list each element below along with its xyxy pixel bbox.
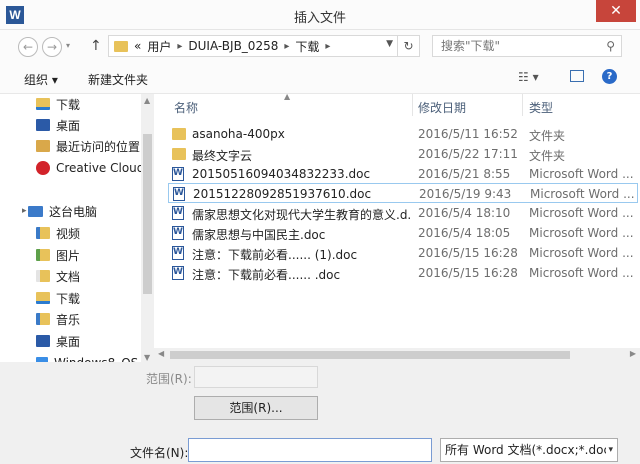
scroll-down-icon[interactable]: ▼ — [144, 353, 150, 362]
close-button[interactable]: ✕ — [596, 0, 636, 22]
nav-item-recent-places[interactable]: 最近访问的位置 — [36, 136, 140, 156]
word-document-icon: W — [173, 187, 185, 201]
scroll-right-icon[interactable]: ▶ — [630, 349, 636, 358]
nav-pane-scrollbar[interactable]: ▲ ▼ — [141, 94, 154, 364]
help-icon[interactable]: ? — [602, 69, 617, 84]
file-type-select[interactable]: 所有 Word 文档(*.docx;*.doc ▾ — [440, 438, 618, 462]
desktop-folder-icon — [36, 335, 50, 347]
nav-item-this-pc[interactable]: 这台电脑 — [28, 201, 97, 221]
search-icon[interactable]: ⚲ — [606, 36, 615, 56]
change-view-button[interactable]: ☷ ▾ — [518, 70, 539, 84]
file-type-value: 所有 Word 文档(*.docx;*.doc — [445, 443, 611, 457]
search-input[interactable]: 搜索"下载" ⚲ — [432, 35, 622, 57]
creative-cloud-icon — [36, 161, 50, 175]
up-button[interactable]: ↑ — [90, 38, 102, 54]
download-folder-icon — [36, 292, 50, 304]
breadcrumb-separator-icon[interactable]: ▸ — [325, 41, 330, 52]
address-bar[interactable]: « 用户 ▸ DUIA-BJB_0258 ▸ 下载 ▸ ▼ — [108, 35, 398, 57]
folder-icon — [114, 40, 128, 52]
breadcrumb-user[interactable]: DUIA-BJB_0258 — [188, 39, 278, 53]
nav-item-desktop-pc[interactable]: 桌面 — [36, 331, 80, 351]
list-item[interactable]: W 儒家思想与中国民主.doc 2016/5/4 18:05 Microsoft… — [168, 223, 638, 243]
window-title: 插入文件 — [293, 11, 346, 26]
column-header-name[interactable]: 名称 — [174, 94, 198, 116]
nav-item-desktop[interactable]: 桌面 — [36, 115, 80, 135]
back-button[interactable]: ← — [18, 37, 38, 57]
organize-menu[interactable]: 组织 ▾ — [24, 71, 58, 88]
word-document-icon: W — [172, 206, 184, 220]
preview-pane-icon[interactable] — [570, 70, 584, 82]
scroll-left-icon[interactable]: ◀ — [158, 349, 164, 358]
breadcrumb-users[interactable]: 用户 — [147, 38, 171, 55]
expand-chevron-icon[interactable]: ▸ — [22, 206, 27, 216]
scrollbar-thumb[interactable] — [170, 351, 570, 359]
music-folder-icon — [36, 313, 50, 325]
desktop-icon — [36, 119, 50, 131]
list-item[interactable]: 最终文字云 2016/5/22 17:11 文件夹 — [168, 144, 638, 164]
column-header-type[interactable]: 类型 — [529, 94, 553, 116]
recent-places-icon — [36, 140, 50, 152]
file-list-horizontal-scrollbar[interactable]: ◀ ▶ — [154, 348, 640, 362]
command-toolbar: 组织 ▾ 新建文件夹 ☷ ▾ ? — [0, 62, 640, 94]
breadcrumb-overflow[interactable]: « — [134, 39, 141, 53]
file-list: ▲ 名称 修改日期 类型 asanoha-400px 2016/5/11 16:… — [154, 94, 640, 350]
nav-item-creative-cloud[interactable]: Creative Cloud — [36, 158, 144, 178]
pictures-folder-icon — [36, 249, 50, 261]
breadcrumb-separator-icon[interactable]: ▸ — [177, 41, 182, 52]
word-document-icon: W — [172, 167, 184, 181]
nav-item-downloads-pc[interactable]: 下载 — [36, 288, 80, 308]
title-bar: W 插入文件 ✕ — [0, 0, 640, 30]
filename-label: 文件名(N): — [130, 446, 189, 460]
word-document-icon: W — [172, 266, 184, 280]
list-item-selected[interactable]: W 20151228092851937610.doc 2016/5/19 9:4… — [168, 183, 638, 203]
nav-item-videos[interactable]: 视频 — [36, 223, 80, 243]
recent-locations-chevron-icon[interactable]: ▾ — [66, 41, 70, 50]
nav-item-pictures[interactable]: 图片 — [36, 245, 80, 265]
folder-icon — [172, 128, 186, 140]
dialog-footer: 范围(R): 范围(R)... 文件名(N): 所有 Word 文档(*.doc… — [0, 362, 640, 464]
scrollbar-thumb[interactable] — [143, 134, 152, 294]
navigation-pane: 下载 桌面 最近访问的位置 Creative Cloud ▸ 这台电脑 视频 图… — [0, 94, 154, 364]
column-divider[interactable] — [412, 94, 413, 116]
computer-icon — [28, 205, 43, 217]
range-label: 范围(R): — [146, 372, 192, 386]
word-document-icon: W — [172, 226, 184, 240]
word-document-icon: W — [172, 246, 184, 260]
scroll-up-icon[interactable]: ▲ — [144, 96, 150, 105]
refresh-button[interactable]: ↻ — [398, 35, 420, 57]
documents-folder-icon — [36, 270, 50, 282]
list-item[interactable]: asanoha-400px 2016/5/11 16:52 文件夹 — [168, 124, 638, 144]
folder-icon — [172, 148, 186, 160]
search-placeholder: 搜索"下载" — [441, 39, 501, 53]
sort-arrow-icon: ▲ — [284, 94, 291, 101]
address-dropdown-icon[interactable]: ▼ — [386, 39, 393, 49]
list-item[interactable]: W 2015051609403483223​3.doc 2016/5/21 8:… — [168, 164, 638, 184]
list-item[interactable]: W 注意：下载前必看...... (1).doc 2016/5/15 16:28… — [168, 243, 638, 263]
filename-input[interactable] — [188, 438, 432, 462]
range-field — [194, 366, 318, 388]
videos-folder-icon — [36, 227, 50, 239]
column-header-date[interactable]: 修改日期 — [418, 94, 466, 116]
new-folder-button[interactable]: 新建文件夹 — [88, 71, 148, 88]
list-item[interactable]: W 注意：下载前必看...... .doc 2016/5/15 16:28 Mi… — [168, 263, 638, 283]
chevron-down-icon[interactable]: ▾ — [606, 439, 613, 461]
column-divider[interactable] — [522, 94, 523, 116]
nav-item-downloads[interactable]: 下载 — [36, 94, 80, 114]
navigation-bar: ← → ▾ ↑ « 用户 ▸ DUIA-BJB_0258 ▸ 下载 ▸ ▼ ↻ … — [0, 30, 640, 62]
forward-button[interactable]: → — [42, 37, 62, 57]
breadcrumb-downloads[interactable]: 下载 — [295, 38, 319, 55]
breadcrumb-separator-icon[interactable]: ▸ — [284, 41, 289, 52]
range-button[interactable]: 范围(R)... — [194, 396, 318, 420]
nav-item-music[interactable]: 音乐 — [36, 309, 80, 329]
nav-item-documents[interactable]: 文档 — [36, 266, 80, 286]
list-item[interactable]: W 儒家思想文化对现代大学生教育的意义.d... 2016/5/4 18:10 … — [168, 203, 638, 223]
download-folder-icon — [36, 98, 50, 110]
